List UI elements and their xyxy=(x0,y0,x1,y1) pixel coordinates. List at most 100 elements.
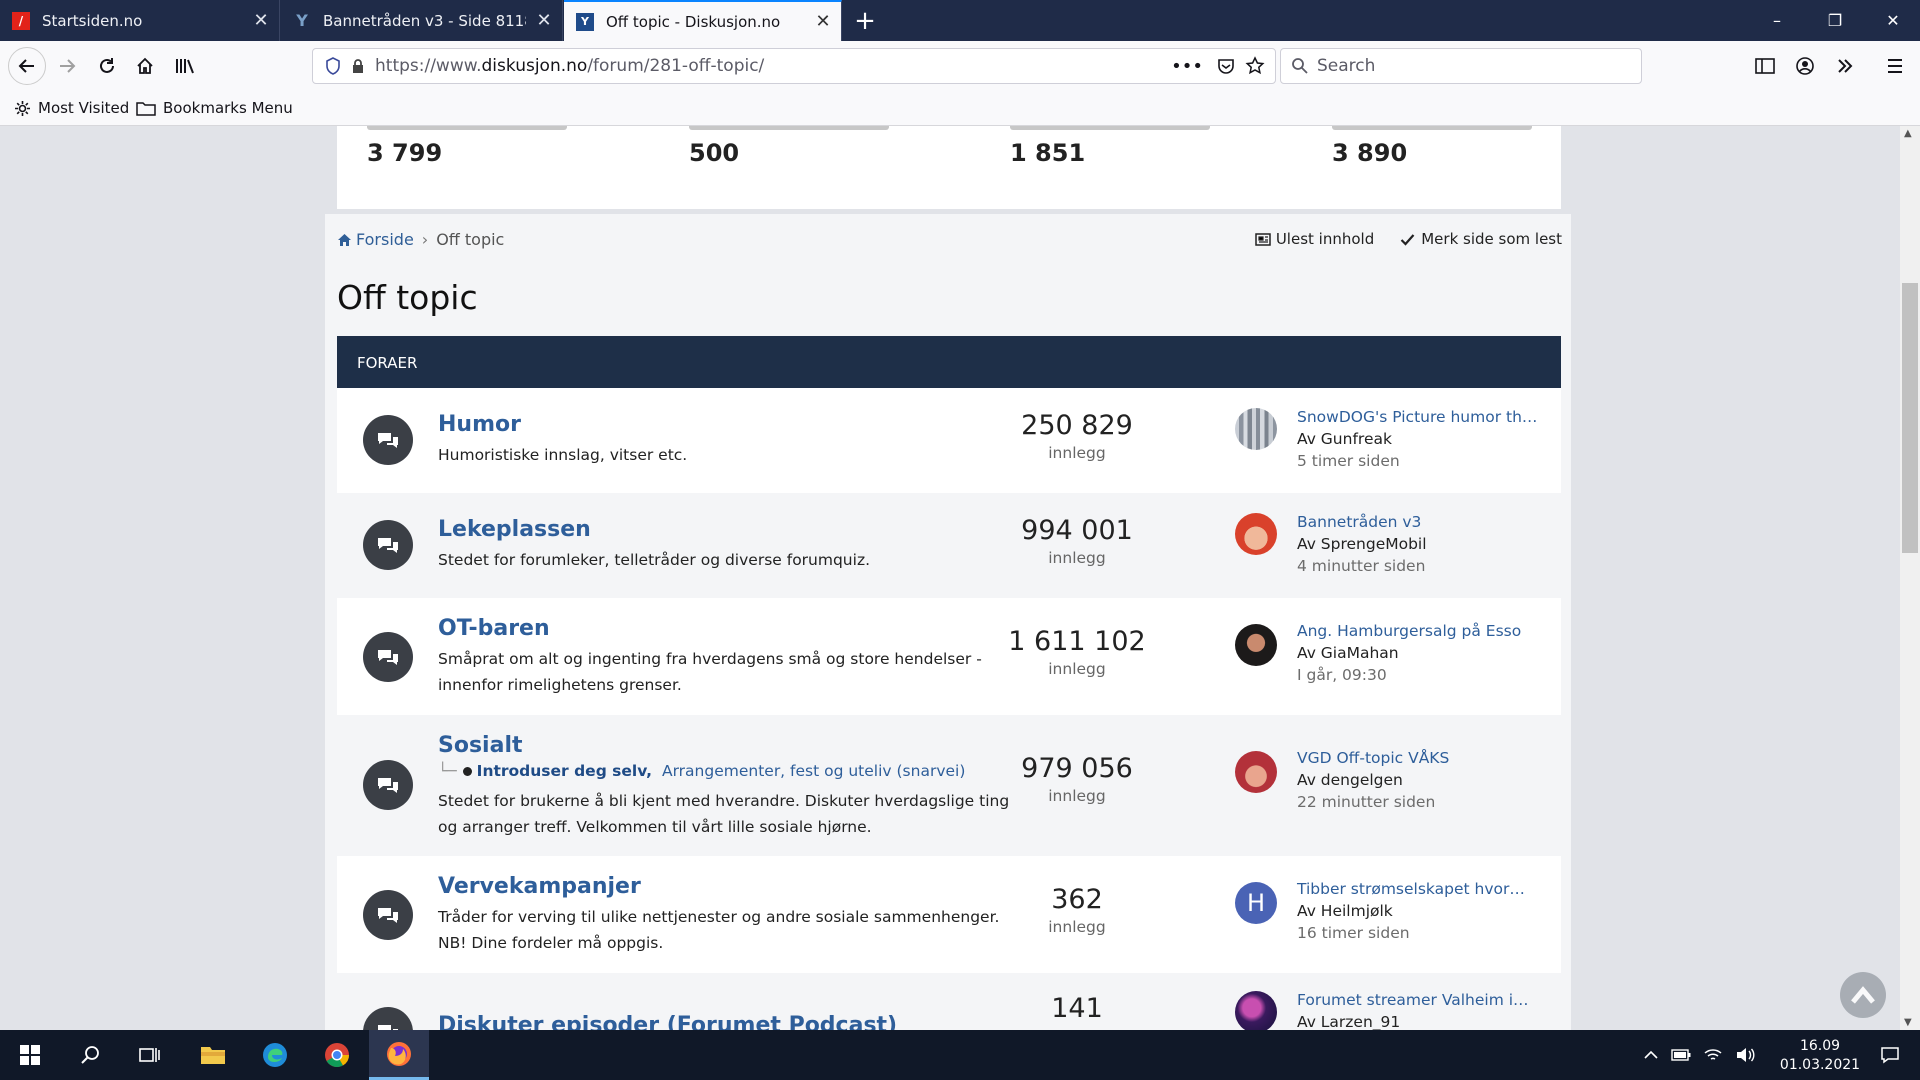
windows-taskbar: 16.09 01.03.2021 xyxy=(0,1030,1920,1080)
pocket-icon[interactable] xyxy=(1217,57,1235,75)
bookmarks-menu[interactable]: Bookmarks Menu xyxy=(136,99,293,117)
scroll-down-arrow-icon[interactable]: ▼ xyxy=(1904,1017,1912,1028)
most-visited-bookmark[interactable]: Most Visited xyxy=(14,99,129,117)
close-tab-icon[interactable]: ✕ xyxy=(805,1,841,42)
last-post-title-link[interactable]: Tibber strømselskapet hvor… xyxy=(1297,880,1525,898)
cut-off-label xyxy=(689,126,889,130)
stat-value: 1 851 xyxy=(1010,139,1086,167)
chrome-button[interactable] xyxy=(307,1030,367,1080)
folder-icon xyxy=(201,1047,225,1064)
forum-title-link[interactable]: OT-baren xyxy=(438,616,550,641)
shield-icon xyxy=(326,57,340,75)
subforum-link[interactable]: Introduser deg selv, xyxy=(477,762,652,780)
clock[interactable]: 16.09 01.03.2021 xyxy=(1770,1037,1870,1075)
task-view-button[interactable] xyxy=(120,1030,180,1080)
search-placeholder: Search xyxy=(1317,56,1376,76)
page-actions-icon[interactable]: ••• xyxy=(1171,56,1203,77)
notifications-button[interactable] xyxy=(1860,1030,1920,1080)
chevron-right-icon: › xyxy=(421,230,429,249)
diskusjon-favicon-icon: Y xyxy=(576,12,594,31)
last-post-title-link[interactable]: VGD Off-topic VÅKS xyxy=(1297,749,1449,767)
breadcrumb: Forside › Off topic xyxy=(337,230,504,249)
search-bar[interactable]: Search xyxy=(1280,48,1642,84)
sidebar-button[interactable] xyxy=(1748,49,1782,83)
avatar[interactable]: H xyxy=(1235,882,1277,924)
battery-icon[interactable] xyxy=(1666,1030,1696,1080)
unread-content-link[interactable]: Ulest innhold xyxy=(1255,230,1374,248)
subforum-link[interactable]: Arrangementer, fest og uteliv (snarvei) xyxy=(662,762,965,780)
volume-icon[interactable] xyxy=(1730,1030,1760,1080)
new-tab-button[interactable]: + xyxy=(850,0,880,41)
search-icon xyxy=(1292,58,1308,74)
last-post-title-link[interactable]: Forumet streamer Valheim i… xyxy=(1297,991,1529,1009)
restore-button[interactable]: ❐ xyxy=(1806,0,1864,41)
sidebar-icon xyxy=(1755,58,1775,74)
avatar[interactable] xyxy=(1235,624,1277,666)
avatar[interactable] xyxy=(1235,408,1277,450)
start-button[interactable] xyxy=(0,1030,60,1080)
forum-title-link[interactable]: Humor xyxy=(438,412,521,437)
wifi-icon[interactable] xyxy=(1698,1030,1728,1080)
file-explorer-button[interactable] xyxy=(183,1030,243,1080)
forum-description: Småprat om alt og ingenting fra hverdage… xyxy=(438,650,982,694)
forward-button[interactable] xyxy=(50,49,84,83)
top-stats-box: 3 799 500 1 851 3 890 xyxy=(337,126,1561,209)
avatar[interactable] xyxy=(1235,513,1277,555)
last-post-title-link[interactable]: SnowDOG's Picture humor th… xyxy=(1297,408,1537,426)
last-post-time: 4 minutter siden xyxy=(1297,557,1426,575)
scroll-up-arrow-icon[interactable]: ▲ xyxy=(1904,128,1912,139)
last-post-author[interactable]: Av Gunfreak xyxy=(1297,430,1392,448)
last-post-time: I går, 09:30 xyxy=(1297,666,1387,684)
navigation-toolbar: https://www. diskusjon.no/forum/281-off-t… xyxy=(0,41,1920,91)
windows-logo-icon xyxy=(20,1045,40,1065)
address-bar[interactable]: https://www. diskusjon.no/forum/281-off-t… xyxy=(312,48,1276,84)
forum-description: Stedet for brukerne å bli kjent med hver… xyxy=(438,792,1010,836)
scroll-to-top-button[interactable] xyxy=(1840,972,1886,1018)
close-window-button[interactable]: ✕ xyxy=(1864,0,1920,41)
post-count: 994 001 xyxy=(1021,515,1133,546)
tab-startsiden[interactable]: / Startsiden.no ✕ xyxy=(0,0,280,41)
hamburger-menu-icon xyxy=(1888,59,1902,73)
tray-expand-icon[interactable] xyxy=(1636,1030,1666,1080)
last-post-author[interactable]: Av Heilmjølk xyxy=(1297,902,1393,920)
forum-title-link[interactable]: Vervekampanjer xyxy=(438,874,641,899)
last-post-title-link[interactable]: Bannetråden v3 xyxy=(1297,513,1421,531)
forum-title-link[interactable]: Diskuter episoder (Forumet Podcast) xyxy=(438,1013,897,1030)
cut-off-label xyxy=(367,126,567,130)
account-button[interactable] xyxy=(1788,49,1822,83)
search-button[interactable] xyxy=(60,1030,120,1080)
mark-site-read-link[interactable]: Merk side som lest xyxy=(1400,230,1562,248)
reload-button[interactable] xyxy=(90,49,124,83)
avatar[interactable] xyxy=(1235,751,1277,793)
firefox-button[interactable] xyxy=(369,1030,429,1080)
forum-title-link[interactable]: Sosialt xyxy=(438,733,523,758)
home-button[interactable] xyxy=(128,49,162,83)
breadcrumb-home-link[interactable]: Forside xyxy=(356,230,414,249)
scrollbar-thumb[interactable] xyxy=(1902,283,1918,553)
last-post-author[interactable]: Av dengelgen xyxy=(1297,771,1403,789)
forum-title-link[interactable]: Lekeplassen xyxy=(438,517,591,542)
vertical-scrollbar[interactable]: ▲ ▼ xyxy=(1900,126,1920,1030)
close-tab-icon[interactable]: ✕ xyxy=(526,0,562,41)
last-post-author[interactable]: Av GiaMahan xyxy=(1297,644,1399,662)
last-post-time: 22 minutter siden xyxy=(1297,793,1436,811)
stat-value: 3 890 xyxy=(1332,139,1408,167)
edge-button[interactable] xyxy=(245,1030,305,1080)
app-menu-button[interactable] xyxy=(1878,49,1912,83)
close-tab-icon[interactable]: ✕ xyxy=(243,0,279,41)
bookmark-star-icon[interactable] xyxy=(1245,56,1265,76)
tab-bannetraden[interactable]: Y Bannetråden v3 - Side 8118 - L ✕ xyxy=(281,0,563,41)
tab-off-topic[interactable]: Y Off topic - Diskusjon.no ✕ xyxy=(564,0,842,41)
library-icon xyxy=(176,59,194,74)
last-post-title-link[interactable]: Ang. Hamburgersalg på Esso xyxy=(1297,622,1521,640)
forum-chat-icon xyxy=(363,520,413,570)
last-post-author[interactable]: Av SprengeMobil xyxy=(1297,535,1427,553)
forum-row-humor: Humor Humoristiske innslag, vitser etc. … xyxy=(337,388,1561,493)
library-button[interactable] xyxy=(168,49,202,83)
overflow-menu-button[interactable] xyxy=(1828,49,1862,83)
forum-chat-icon xyxy=(363,632,413,682)
back-button[interactable] xyxy=(8,47,46,85)
minimize-button[interactable]: – xyxy=(1748,0,1806,41)
last-post-author[interactable]: Av Larzen_91 xyxy=(1297,1013,1400,1030)
avatar[interactable] xyxy=(1235,991,1277,1030)
